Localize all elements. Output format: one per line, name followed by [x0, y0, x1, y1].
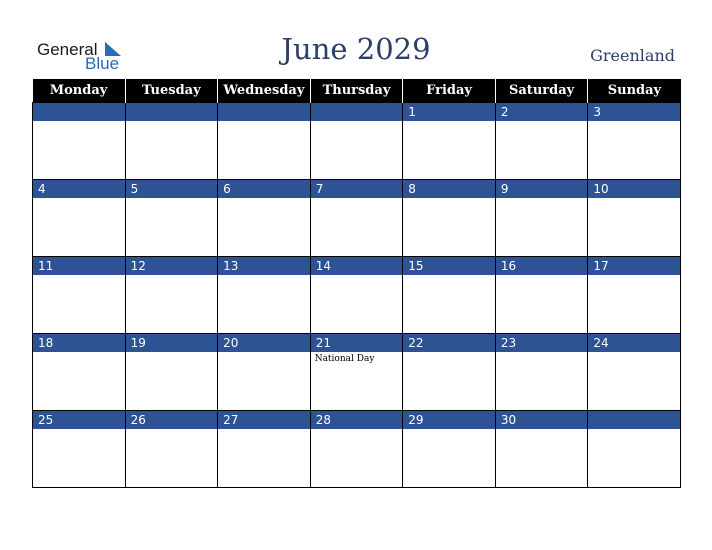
day-number: 25 [33, 411, 125, 429]
day-number: 13 [218, 257, 310, 275]
day-number [33, 103, 125, 121]
day-number [125, 103, 218, 121]
day-cell[interactable] [309, 102, 404, 180]
day-cell[interactable]: 17 [587, 256, 681, 334]
day-cell[interactable]: 13 [217, 256, 311, 334]
day-number: 10 [588, 180, 680, 198]
day-number: 26 [125, 411, 218, 429]
day-number: 11 [33, 257, 125, 275]
day-number: 29 [403, 411, 495, 429]
day-cell[interactable]: 10 [587, 179, 681, 257]
day-cell[interactable] [124, 102, 219, 180]
day-number: 9 [495, 180, 588, 198]
day-cell[interactable]: 6 [217, 179, 311, 257]
region-label: Greenland [590, 46, 675, 65]
day-number: 23 [495, 334, 588, 352]
day-number [588, 411, 680, 429]
weekday-header-thursday: Thursday [309, 79, 403, 103]
day-number: 8 [403, 180, 495, 198]
day-number [218, 103, 310, 121]
day-number: 1 [403, 103, 495, 121]
day-cell[interactable] [587, 410, 681, 488]
day-number: 19 [125, 334, 218, 352]
day-cell[interactable]: 2 [494, 102, 589, 180]
day-cell[interactable]: 14 [309, 256, 404, 334]
day-cell[interactable]: 18 [32, 333, 126, 411]
day-cell[interactable]: 24 [587, 333, 681, 411]
day-number: 7 [310, 180, 403, 198]
day-cell[interactable]: 12 [124, 256, 219, 334]
day-cell[interactable]: 3 [587, 102, 681, 180]
calendar-grid: Monday Tuesday Wednesday Thursday Friday Satu… [32, 79, 681, 488]
day-cell[interactable]: 26 [124, 410, 219, 488]
day-cell[interactable]: 29 [402, 410, 496, 488]
day-cell[interactable]: 16 [494, 256, 589, 334]
week-row: 123 [32, 102, 681, 180]
weekday-header-tuesday: Tuesday [124, 79, 218, 103]
day-cell[interactable]: 7 [309, 179, 404, 257]
day-cell[interactable]: 11 [32, 256, 126, 334]
day-cell[interactable]: 21 National Day [309, 333, 404, 411]
day-cell[interactable]: 20 [217, 333, 311, 411]
day-number: 2 [495, 103, 588, 121]
day-number: 28 [310, 411, 403, 429]
day-number: 3 [588, 103, 680, 121]
week-row: 18 19 20 21 National Day 22 23 24 [32, 333, 681, 411]
day-number: 17 [588, 257, 680, 275]
day-cell[interactable]: 5 [124, 179, 219, 257]
week-row: 11 12 13 14 15 16 17 [32, 256, 681, 334]
day-number: 21 [310, 334, 403, 352]
day-number: 24 [588, 334, 680, 352]
day-cell[interactable]: 19 [124, 333, 219, 411]
day-number: 12 [125, 257, 218, 275]
holiday-event: National Day [314, 354, 375, 364]
day-cell[interactable]: 28 [309, 410, 404, 488]
weekday-header-row: Monday Tuesday Wednesday Thursday Friday Satu… [32, 79, 681, 103]
day-cell[interactable]: 27 [217, 410, 311, 488]
day-number: 18 [33, 334, 125, 352]
day-cell[interactable] [217, 102, 311, 180]
day-cell[interactable]: 30 [494, 410, 589, 488]
day-cell[interactable]: 1 [402, 102, 496, 180]
week-row: 25 26 27 28 29 30 [32, 410, 681, 488]
day-cell[interactable]: 23 [494, 333, 589, 411]
day-number: 27 [218, 411, 310, 429]
day-cell[interactable]: 9 [494, 179, 589, 257]
day-number: 22 [403, 334, 495, 352]
weekday-header-saturday: Saturday [494, 79, 588, 103]
day-number: 4 [33, 180, 125, 198]
day-cell[interactable]: 25 [32, 410, 126, 488]
day-cell[interactable]: 22 [402, 333, 496, 411]
day-number: 5 [125, 180, 218, 198]
day-number: 6 [218, 180, 310, 198]
day-number: 30 [495, 411, 588, 429]
weekday-header-friday: Friday [402, 79, 496, 103]
day-number: 15 [403, 257, 495, 275]
day-number: 20 [218, 334, 310, 352]
day-cell[interactable]: 4 [32, 179, 126, 257]
day-cell[interactable]: 15 [402, 256, 496, 334]
day-cell[interactable]: 8 [402, 179, 496, 257]
day-cell[interactable] [32, 102, 126, 180]
week-row: 4 5 6 7 8 9 10 [32, 179, 681, 257]
day-number: 16 [495, 257, 588, 275]
weekday-header-monday: Monday [32, 79, 126, 103]
day-number [310, 103, 403, 121]
weekday-header-sunday: Sunday [587, 79, 681, 103]
weekday-header-wednesday: Wednesday [217, 79, 311, 103]
day-number: 14 [310, 257, 403, 275]
